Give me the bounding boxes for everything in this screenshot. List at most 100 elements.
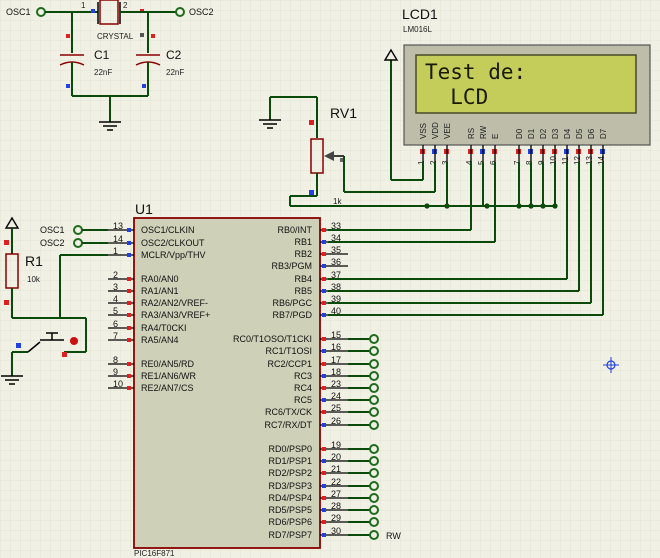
port-terminal[interactable] <box>369 468 379 478</box>
osc2-terminal-label: OSC2 <box>189 7 214 17</box>
chip-pin-num: 21 <box>331 464 341 474</box>
lcd-pin-num: 13 <box>585 156 594 165</box>
chip-pin-label: RB4 <box>294 274 312 284</box>
chip-pin-label: RD0/PSP0 <box>268 444 312 454</box>
chip-label: U1 <box>135 201 153 217</box>
chip-pin-label: RB3/PGM <box>271 261 312 271</box>
lcd-pin-name: D1 <box>527 128 536 139</box>
lcd-pin-name: VSS <box>419 123 428 139</box>
crystal-pin2-num: 2 <box>123 1 128 10</box>
chip-pin-label: RA3/AN3/VREF+ <box>141 310 210 320</box>
lcd-pin-name: D6 <box>587 128 596 139</box>
chip-pin-num: 8 <box>113 355 118 365</box>
chip-pin-label: RC4 <box>294 383 312 393</box>
chip-pin-label: RC6/TX/CK <box>265 407 312 417</box>
chip-pin-state <box>322 289 326 293</box>
lcd-line-1: Test de: <box>425 60 526 84</box>
chip-pin-state <box>127 228 131 232</box>
chip-pin-state <box>322 337 326 341</box>
chip-pin-state <box>127 338 131 342</box>
chip-pin-state <box>322 240 326 244</box>
port-terminal[interactable] <box>369 383 379 393</box>
chip-pin-state <box>322 301 326 305</box>
osc2-net-terminal[interactable] <box>73 238 83 248</box>
lcd-pin-name: D0 <box>515 128 524 139</box>
chip-pin-label: RD4/PSP4 <box>268 493 312 503</box>
port-terminal[interactable] <box>369 407 379 417</box>
osc1-terminal-label: OSC1 <box>6 7 31 17</box>
junction-dot <box>516 203 522 209</box>
chip-pin-label: RD6/PSP6 <box>268 517 312 527</box>
lcd-pin-name: RW <box>479 125 488 139</box>
chip-pin-label: RB5 <box>294 286 312 296</box>
chip-pin-label: RB0/INT <box>277 225 312 235</box>
port-terminal[interactable] <box>369 334 379 344</box>
chip-pin-state <box>322 410 326 414</box>
junction-dot <box>424 203 430 209</box>
chip-pin-num: 35 <box>331 245 341 255</box>
lcd-pin-num: 11 <box>561 156 570 165</box>
chip-pin-state <box>322 484 326 488</box>
junction-dot <box>444 203 450 209</box>
osc2-terminal[interactable] <box>175 7 185 17</box>
lcd-pin-num: 7 <box>513 160 522 165</box>
chip-pin-state <box>322 252 326 256</box>
port-terminal[interactable] <box>369 493 379 503</box>
schematic-canvas: OSC1 1 2 OSC2 CRYSTAL C1 22nF C2 22nF LC… <box>0 0 660 558</box>
junction-dot <box>528 203 534 209</box>
port-terminal[interactable] <box>369 481 379 491</box>
chip-pin-state <box>322 398 326 402</box>
port-terminal[interactable] <box>369 456 379 466</box>
c2-value: 22nF <box>166 68 184 77</box>
chip-pin-label: RA0/AN0 <box>141 274 179 284</box>
chip-pin-state <box>127 362 131 366</box>
chip-pin-state <box>322 533 326 537</box>
chip-pin-label: RE1/AN6/WR <box>141 371 197 381</box>
crystal-label: CRYSTAL <box>97 32 134 41</box>
osc1-terminal[interactable] <box>36 7 46 17</box>
chip-pin-num: 28 <box>331 501 341 511</box>
lcd-label: LCD1 <box>402 6 438 22</box>
port-terminal[interactable] <box>369 517 379 527</box>
port-terminal[interactable] <box>369 346 379 356</box>
chip-pin-state <box>322 349 326 353</box>
lcd-model: LM016L <box>403 25 432 34</box>
chip-pin-num: 36 <box>331 257 341 267</box>
chip-pin-label: RB7/PGD <box>272 310 312 320</box>
osc1-net-terminal[interactable] <box>73 225 83 235</box>
chip-pin-num: 7 <box>113 331 118 341</box>
chip-pin-label: RB6/PGC <box>272 298 312 308</box>
lcd-pin-num: 5 <box>477 160 486 165</box>
port-terminal[interactable] <box>369 359 379 369</box>
port-terminal[interactable] <box>369 371 379 381</box>
port-terminal[interactable] <box>369 395 379 405</box>
c1-value: 22nF <box>94 68 112 77</box>
lcd-pin-name: VEE <box>443 123 452 139</box>
chip-pin-label: RC1/T1OSI <box>265 346 312 356</box>
port-terminal[interactable] <box>369 420 379 430</box>
chip-pin-num: 5 <box>113 306 118 316</box>
chip-pin-label: RB1 <box>294 237 312 247</box>
lcd-pin-num: 10 <box>549 156 558 165</box>
lcd-pin-num: 14 <box>597 156 606 165</box>
chip-pin-state <box>322 496 326 500</box>
port-terminal[interactable] <box>369 505 379 515</box>
c1-label: C1 <box>94 48 110 62</box>
junction-dot <box>484 203 490 209</box>
chip-pin-label: RC0/T1OSO/T1CKI <box>233 334 312 344</box>
port-terminal[interactable] <box>369 530 379 540</box>
chip-pin-state <box>322 471 326 475</box>
chip-pin-state <box>127 386 131 390</box>
chip-pin-num: 25 <box>331 403 341 413</box>
lcd-pin-name: D4 <box>563 128 572 139</box>
chip-pin-state <box>322 277 326 281</box>
chip-pin-label: RC2/CCP1 <box>267 359 312 369</box>
chip-pin-num: 23 <box>331 379 341 389</box>
lcd-pin-num: 3 <box>441 160 450 165</box>
chip-pin-num: 26 <box>331 416 341 426</box>
pic-microcontroller[interactable]: U1 PIC16F871 13 OSC1/CLKIN 14 OSC2/CLKOUT 1 M… <box>108 201 379 558</box>
chip-pin-state <box>127 289 131 293</box>
port-terminal[interactable] <box>369 444 379 454</box>
chip-pin-label: MCLR/Vpp/THV <box>141 250 206 260</box>
chip-pin-label: RC3 <box>294 371 312 381</box>
